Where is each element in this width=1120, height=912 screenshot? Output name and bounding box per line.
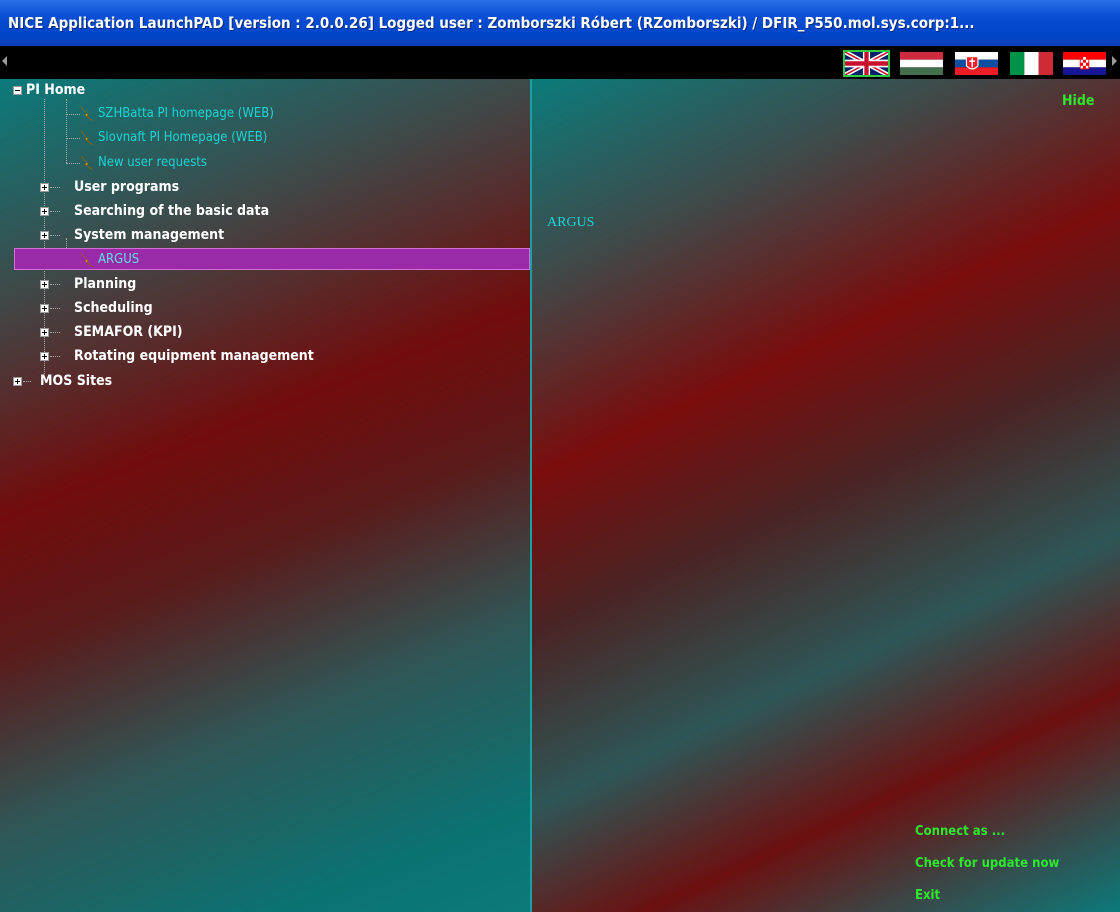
main-area: PI Home SZHBatta PI homepage (WEB) Slovn… <box>0 79 1120 912</box>
expand-icon[interactable] <box>13 377 22 386</box>
check-update-link[interactable]: Check for update now <box>915 856 1059 871</box>
detail-title: ARGUS <box>547 215 595 230</box>
tree-node-label: MOS Sites <box>40 373 113 389</box>
tree-node-label: User programs <box>74 179 180 195</box>
expand-icon[interactable] <box>40 352 49 361</box>
tree-link-label: ARGUS <box>98 252 140 267</box>
hungary-flag-icon[interactable] <box>900 52 943 75</box>
hide-button[interactable]: Hide <box>1062 93 1094 109</box>
collapse-icon[interactable] <box>13 86 22 95</box>
croatia-flag-icon[interactable] <box>1063 52 1106 75</box>
tree-node-label: Scheduling <box>74 300 153 316</box>
lightning-icon <box>80 155 94 171</box>
tree-link-label: New user requests <box>98 155 207 170</box>
expand-icon[interactable] <box>40 207 49 216</box>
toolbar <box>0 46 1120 79</box>
slovakia-flag-icon[interactable] <box>955 52 998 75</box>
lightning-icon <box>80 130 94 146</box>
expand-icon[interactable] <box>40 231 49 240</box>
expand-icon[interactable] <box>40 328 49 337</box>
italy-flag-icon[interactable] <box>1010 52 1053 75</box>
expand-icon[interactable] <box>40 280 49 289</box>
tree-link-label: Slovnaft PI Homepage (WEB) <box>98 130 268 145</box>
exit-link[interactable]: Exit <box>915 888 940 903</box>
window-title: NICE Application LaunchPAD [version : 2.… <box>0 0 1120 46</box>
scroll-right-icon[interactable] <box>1112 56 1117 66</box>
tree-link-label: SZHBatta PI homepage (WEB) <box>98 106 274 121</box>
scroll-left-icon[interactable] <box>2 56 7 66</box>
tree-node-label: SEMAFOR (KPI) <box>74 324 183 340</box>
tree-node-label: Planning <box>74 276 137 292</box>
tree-node-label: Searching of the basic data <box>74 203 270 219</box>
connect-as-link[interactable]: Connect as ... <box>915 824 1005 839</box>
tree-node-label: PI Home <box>26 82 86 98</box>
tree-node-label: System management <box>74 227 225 243</box>
lightning-icon <box>80 106 94 122</box>
pane-splitter[interactable] <box>530 79 532 912</box>
expand-icon[interactable] <box>40 304 49 313</box>
expand-icon[interactable] <box>40 183 49 192</box>
lightning-icon <box>80 252 94 268</box>
detail-pane <box>532 79 1120 912</box>
tree-node-label: Rotating equipment management <box>74 348 314 364</box>
uk-flag-icon[interactable] <box>843 49 890 78</box>
